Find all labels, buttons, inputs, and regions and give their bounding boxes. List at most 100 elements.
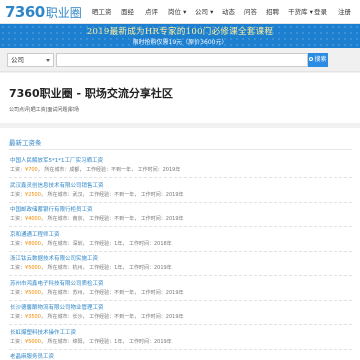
nav-item-positions-label: 岗位: [168, 8, 181, 16]
banner-headline: 2019最新成为HR专家的100门必修课全套课程: [86, 27, 274, 37]
salary-item-meta: 工资：¥5000， 所在城市：苏州， 工作经验：不到一年， 工作时间：2019年: [10, 289, 184, 296]
nav-item-positions[interactable]: 岗位 ▾: [168, 0, 186, 24]
experience-value: 不到一年: [114, 314, 135, 320]
nav-item-library-label: 干货库: [288, 8, 308, 16]
salary-item-meta: 工资：¥3500， 所在城市：长沙， 工作经验：不到一年， 工作时间：2019年: [10, 313, 184, 320]
salary-label: 工资：: [10, 167, 26, 173]
salary-item-meta: 工资：¥5000， 所在城市：绵阳， 工作经验：1年， 工作时间：2019年: [10, 338, 172, 345]
city-label: 所在城市：: [47, 314, 73, 320]
work-time-value: 2018年: [153, 240, 172, 247]
city-label: 所在城市：: [47, 191, 73, 198]
row-divider: [9, 177, 352, 178]
work-time-value: 2019年: [165, 191, 184, 198]
nav-item-company[interactable]: 公司 ▾: [195, 0, 213, 24]
work-time-value: 2019年: [165, 289, 184, 296]
logo-number: 7360: [5, 3, 45, 21]
experience-label: 工作经验：: [89, 265, 115, 271]
section-heading: 最新工资条: [9, 139, 42, 147]
top-nav: 7360 职业圈 晒工资 面经 点评 岗位 ▾ 公司 ▾ 动态 问答 招聘 干货…: [0, 0, 360, 24]
page-header: 7360职业圈 - 职场交流分享社区 公司点评|晒工资|面试问题|职场: [0, 73, 360, 123]
salary-item-title[interactable]: 武汉鑫灵创信息技术有限公司销售工资: [10, 181, 104, 189]
nav-item-hiring[interactable]: 招聘: [266, 0, 279, 24]
salary-list-item: 苏州市鸿鑫电子科技有限公司质检工资工资：¥5000， 所在城市：苏州， 工作经验…: [0, 279, 360, 303]
work-time-label: 工作时间：: [140, 289, 166, 296]
work-time-value: 2019年: [153, 265, 172, 271]
meta-separator: ，: [122, 265, 129, 271]
salary-label: 工资：: [10, 216, 26, 222]
nav-item-feed[interactable]: 动态: [222, 0, 235, 24]
work-time-value: 2019年: [165, 314, 184, 320]
promo-banner[interactable]: 2019最新成为HR专家的100门必修课全套课程 限时抢购仅需19元（原价360…: [0, 24, 360, 48]
salary-label: 工资：: [10, 289, 26, 296]
row-divider: [9, 299, 352, 301]
salary-list-panel: 最新工资条 中国人民解放军5*1*1工厂实习晒工资 工资：¥700， 所在城市：成…: [0, 128, 360, 360]
experience-label: 工作经验：: [89, 289, 115, 296]
search-button-label: 搜索: [314, 56, 327, 63]
nav-item-salary[interactable]: 晒工资: [92, 0, 112, 24]
experience-value: 不到一年: [114, 191, 135, 198]
salary-label: 工资：: [10, 265, 26, 271]
work-time-label: 工作时间：: [128, 338, 154, 345]
city-label: 所在城市：: [47, 265, 73, 271]
chevron-down-icon: ▾: [309, 8, 313, 16]
salary-item-title[interactable]: 中国人民解放军5*1*1工厂实习晒工资: [10, 156, 103, 164]
row-divider: [9, 250, 352, 252]
salary-item-meta: 工资：¥8000， 所在城市：深圳， 工作经验：1年， 工作时间：2018年: [10, 240, 172, 247]
work-time-label: 工作时间：: [137, 167, 163, 173]
salary-list-item: 长虹爆塑料技术操作工工资 工资：¥5000， 所在城市：绵阳， 工作经验：1年， …: [0, 328, 360, 352]
site-logo[interactable]: 7360 职业圈: [5, 2, 82, 22]
search-category-select[interactable]: 公司: [7, 53, 54, 67]
salary-item-title[interactable]: 苏州市鸿鑫电子科技有限公司质检工资: [10, 279, 104, 287]
page-subtitle: 公司点评|晒工资|面试问题|职场: [9, 107, 80, 113]
nav-item-review[interactable]: 点评: [145, 0, 158, 24]
meta-separator: ，: [79, 167, 86, 173]
salary-value: ¥3500: [25, 314, 41, 320]
salary-list-item: 中国邮政储蓄银行有限行柜员工资 工资：¥4000， 所在城市：南京， 工作经验：不…: [0, 205, 360, 229]
logo-text: 职业圈: [45, 6, 82, 20]
search-input[interactable]: [56, 53, 308, 67]
nav-item-interview[interactable]: 面经: [121, 0, 134, 24]
search-button[interactable]: 搜索: [308, 53, 328, 67]
salary-label: 工资：: [10, 338, 26, 345]
salary-value: ¥5000: [25, 289, 41, 296]
experience-label: 工作经验：: [89, 191, 115, 198]
login-link[interactable]: 登录: [314, 0, 327, 24]
meta-separator: ，: [134, 216, 141, 222]
salary-item-title[interactable]: 京和通通工程师工资: [10, 230, 60, 238]
city-value: 绵阳: [72, 338, 83, 345]
salary-value: ¥4000: [25, 216, 41, 222]
meta-separator: ，: [40, 216, 48, 222]
chevron-down-icon: [46, 59, 50, 62]
search-bar: 公司 搜索: [0, 48, 360, 72]
salary-list-item: 老晶麻服务员工资工资：¥2450， 所在城市：太原， 工作经验：不到一年， 工作…: [0, 352, 360, 360]
work-time-value: 2019年: [165, 216, 184, 222]
work-time-label: 工作时间：: [128, 265, 154, 271]
salary-list-item: 长沙德馨酿物流有限公司物业管理工资工资：¥3500， 所在城市：长沙， 工作经验…: [0, 303, 360, 327]
row-divider: [9, 348, 352, 350]
experience-value: 不到一年: [114, 289, 135, 296]
city-value: 深圳: [72, 240, 83, 247]
search-icon: [309, 57, 314, 61]
meta-separator: ，: [40, 191, 48, 198]
work-time-label: 工作时间：: [128, 240, 154, 247]
salary-list-item: 京和通通工程师工资 工资：¥8000， 所在城市：深圳， 工作经验：1年， 工作时…: [0, 230, 360, 254]
experience-value: 不到一年: [114, 216, 135, 222]
meta-separator: ，: [122, 240, 129, 247]
city-label: 所在城市：: [47, 338, 73, 345]
work-time-value: 2019年: [153, 338, 172, 345]
salary-item-title[interactable]: 浙江钛云数据技术有限公司实施工资: [10, 254, 98, 262]
meta-separator: ，: [122, 338, 129, 345]
register-link[interactable]: 注册: [338, 0, 351, 24]
salary-item-title[interactable]: 中国邮政储蓄银行有限行柜员工资: [10, 205, 93, 213]
meta-separator: ，: [40, 314, 48, 320]
salary-value: ¥700: [25, 167, 38, 173]
experience-label: 工作经验：: [89, 240, 115, 247]
salary-item-title[interactable]: 老晶麻服务员工资: [10, 352, 54, 360]
salary-item-title[interactable]: 长沙德馨酿物流有限公司物业管理工资: [10, 303, 104, 311]
meta-separator: ，: [134, 191, 141, 198]
meta-separator: ，: [134, 314, 141, 320]
nav-item-qa[interactable]: 问答: [244, 0, 257, 24]
city-value: 武汉: [72, 191, 83, 198]
nav-item-library[interactable]: 干货库 ▾: [288, 0, 313, 24]
salary-item-title[interactable]: 长虹爆塑料技术操作工工资: [10, 328, 76, 336]
